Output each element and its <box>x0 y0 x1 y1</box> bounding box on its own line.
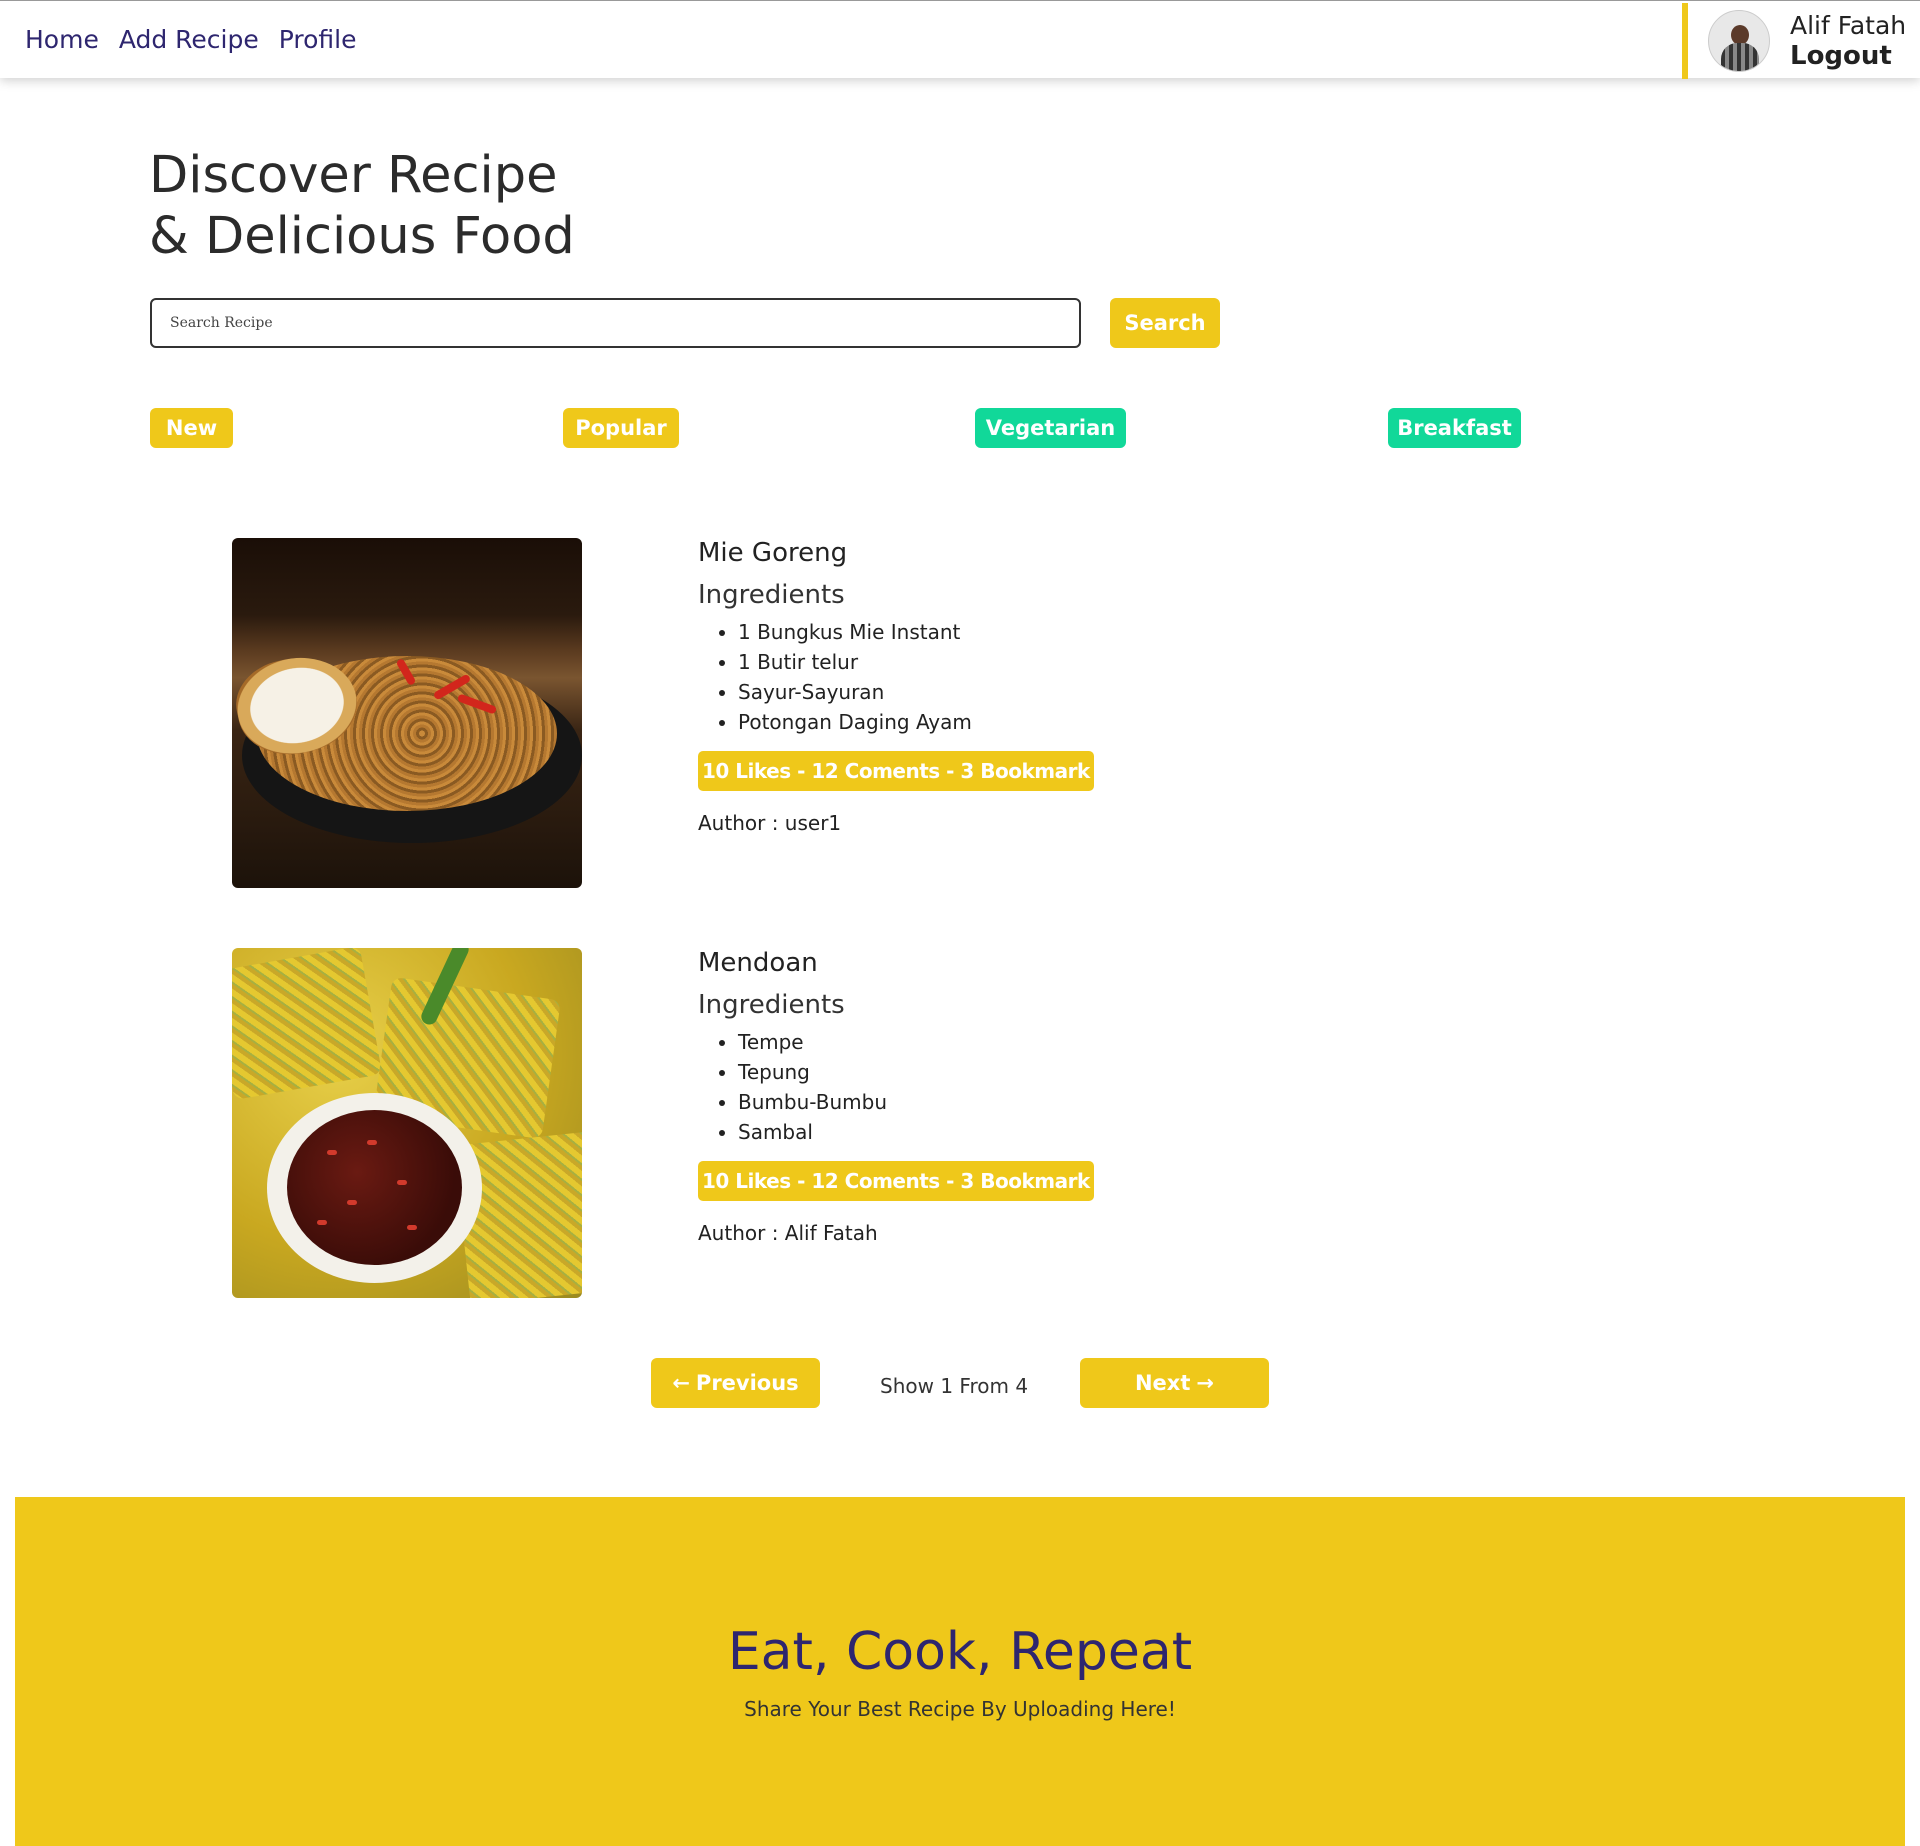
sauce-dot <box>407 1225 417 1230</box>
author-line: Author : Alif Fatah <box>698 1221 1094 1245</box>
ingredient-item: Potongan Daging Ayam <box>738 707 1094 737</box>
nav-links: Home Add Recipe Profile <box>25 25 356 54</box>
sauce-dot <box>347 1200 357 1205</box>
user-name: Alif Fatah <box>1790 11 1907 40</box>
footer: Eat, Cook, Repeat Share Your Best Recipe… <box>15 1497 1905 1846</box>
previous-label: Previous <box>695 1371 799 1395</box>
stats-badge: 10 Likes - 12 Coments - 3 Bookmark <box>698 1161 1094 1201</box>
sauce-shape <box>287 1110 462 1265</box>
footer-subtitle: Share Your Best Recipe By Uploading Here… <box>744 1697 1176 1721</box>
next-button[interactable]: Next → <box>1080 1358 1269 1408</box>
ingredient-item: 1 Bungkus Mie Instant <box>738 617 1094 647</box>
footer-title: Eat, Cook, Repeat <box>727 1622 1193 1682</box>
ingredient-item: Tepung <box>738 1057 1094 1087</box>
recipe-info-1: Mie Goreng Ingredients 1 Bungkus Mie Ins… <box>698 537 1094 835</box>
ingredient-item: 1 Butir telur <box>738 647 1094 677</box>
navbar: Home Add Recipe Profile Alif Fatah Logou… <box>0 0 1920 79</box>
user-box: Alif Fatah Logout <box>1682 3 1920 79</box>
search-button[interactable]: Search <box>1110 298 1220 348</box>
page-info: Show 1 From 4 <box>880 1374 1029 1398</box>
sauce-dot <box>367 1140 377 1145</box>
author-line: Author : user1 <box>698 811 1094 835</box>
author-label: Author : <box>698 1221 779 1245</box>
ingredients-heading: Ingredients <box>698 580 845 610</box>
ingredient-item: Sambal <box>738 1117 1094 1147</box>
search-input[interactable] <box>150 298 1081 348</box>
page-title-line1: Discover Recipe <box>149 146 558 205</box>
category-breakfast[interactable]: Breakfast <box>1388 408 1521 448</box>
ingredient-item: Bumbu-Bumbu <box>738 1087 1094 1117</box>
ingredients-list: 1 Bungkus Mie Instant 1 Butir telur Sayu… <box>698 617 1094 737</box>
author-name: user1 <box>784 811 842 835</box>
nav-link-home[interactable]: Home <box>25 25 99 54</box>
recipe-title[interactable]: Mie Goreng <box>698 537 1094 569</box>
ingredient-item: Tempe <box>738 1027 1094 1057</box>
recipe-image-mie-goreng[interactable] <box>232 538 582 888</box>
sauce-dot <box>317 1220 327 1225</box>
arrow-left-icon: ← <box>672 1371 690 1395</box>
page-title-line2: & Delicious Food <box>149 207 575 266</box>
tempeh-shape <box>232 948 383 1101</box>
sauce-dot <box>327 1150 337 1155</box>
logout-link[interactable]: Logout <box>1790 41 1906 71</box>
page-title: Discover Recipe & Delicious Food <box>149 145 575 267</box>
ingredients-heading: Ingredients <box>698 990 845 1020</box>
author-label: Author : <box>698 811 779 835</box>
avatar-head <box>1731 25 1749 45</box>
user-text: Alif Fatah Logout <box>1790 11 1906 71</box>
ingredients-list: Tempe Tepung Bumbu-Bumbu Sambal <box>698 1027 1094 1147</box>
ingredient-item: Sayur-Sayuran <box>738 677 1094 707</box>
recipe-image-mendoan[interactable] <box>232 948 582 1298</box>
arrow-right-icon: → <box>1196 1371 1214 1395</box>
nav-link-profile[interactable]: Profile <box>279 25 357 54</box>
recipe-info-2: Mendoan Ingredients Tempe Tepung Bumbu-B… <box>698 947 1094 1245</box>
stats-badge: 10 Likes - 12 Coments - 3 Bookmark <box>698 751 1094 791</box>
category-new[interactable]: New <box>150 408 233 448</box>
avatar[interactable] <box>1708 10 1770 72</box>
category-popular[interactable]: Popular <box>563 408 679 448</box>
nav-link-add-recipe[interactable]: Add Recipe <box>119 25 259 54</box>
sauce-dot <box>397 1180 407 1185</box>
previous-button[interactable]: ← Previous <box>651 1358 820 1408</box>
recipe-title[interactable]: Mendoan <box>698 947 1094 979</box>
next-label: Next <box>1134 1371 1191 1395</box>
avatar-body <box>1721 43 1759 71</box>
category-vegetarian[interactable]: Vegetarian <box>975 408 1126 448</box>
author-name: Alif Fatah <box>784 1221 878 1245</box>
